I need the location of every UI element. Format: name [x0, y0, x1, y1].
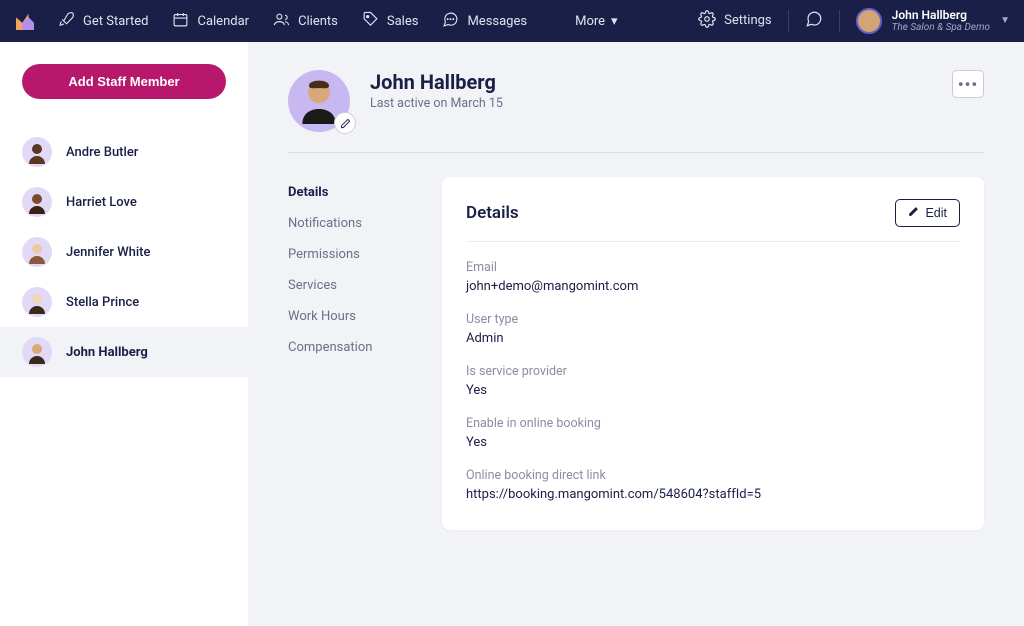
field-label: Online booking direct link — [466, 468, 960, 483]
details-card: Details Edit Email john+demo@mangomint.c… — [442, 177, 984, 530]
nav-label: Clients — [298, 14, 338, 29]
field-value: Yes — [466, 383, 960, 398]
main-content: John Hallberg Last active on March 15 ••… — [248, 42, 1024, 626]
divider — [788, 10, 789, 32]
divider — [839, 10, 840, 32]
avatar — [22, 237, 52, 267]
calendar-icon — [172, 11, 189, 32]
staff-item-andre[interactable]: Andre Butler — [0, 127, 248, 177]
field-value: john+demo@mangomint.com — [466, 279, 960, 294]
subnav-notifications[interactable]: Notifications — [288, 208, 418, 239]
staff-name: Harriet Love — [66, 195, 137, 210]
staff-item-stella[interactable]: Stella Prince — [0, 277, 248, 327]
user-company: The Salon & Spa Demo — [892, 22, 990, 34]
nav-label: Get Started — [83, 14, 148, 29]
nav-get-started[interactable]: Get Started — [58, 11, 148, 32]
subnav-work-hours[interactable]: Work Hours — [288, 301, 418, 332]
chevron-down-icon: ▾ — [611, 14, 618, 29]
gear-icon — [698, 10, 716, 32]
nav-settings[interactable]: Settings — [698, 10, 771, 32]
field-label: Is service provider — [466, 364, 960, 379]
avatar — [22, 287, 52, 317]
user-menu[interactable]: John Hallberg The Salon & Spa Demo ▼ — [856, 8, 1010, 34]
field-label: Email — [466, 260, 960, 275]
subnav-services[interactable]: Services — [288, 270, 418, 301]
card-title: Details — [466, 203, 519, 223]
nav-calendar[interactable]: Calendar — [172, 11, 249, 32]
nav-more-label: More — [575, 14, 605, 29]
avatar — [22, 137, 52, 167]
staff-name: Jennifer White — [66, 245, 150, 260]
field-label: Enable in online booking — [466, 416, 960, 431]
nav-clients[interactable]: Clients — [273, 11, 338, 32]
more-actions-button[interactable]: ••• — [952, 70, 984, 98]
staff-name: Stella Prince — [66, 295, 139, 310]
profile-name: John Hallberg — [370, 70, 503, 94]
sidebar: Add Staff Member Andre Butler Harriet Lo… — [0, 42, 248, 626]
chevron-down-icon: ▼ — [1000, 15, 1010, 26]
staff-item-harriet[interactable]: Harriet Love — [0, 177, 248, 227]
subnav-details[interactable]: Details — [288, 177, 418, 208]
divider — [288, 152, 984, 153]
staff-item-john[interactable]: John Hallberg — [0, 327, 248, 377]
pencil-icon — [908, 206, 919, 220]
field-value: Yes — [466, 435, 960, 450]
subnav-permissions[interactable]: Permissions — [288, 239, 418, 270]
clients-icon — [273, 11, 290, 32]
nav-label: Calendar — [197, 14, 249, 29]
logo[interactable] — [14, 10, 36, 32]
edit-label: Edit — [925, 206, 947, 220]
last-active: Last active on March 15 — [370, 96, 503, 111]
ellipsis-icon: ••• — [958, 75, 978, 94]
edit-button[interactable]: Edit — [895, 199, 960, 227]
chat-icon — [442, 11, 459, 32]
nav-sales[interactable]: Sales — [362, 11, 419, 32]
avatar — [856, 8, 882, 34]
avatar — [22, 187, 52, 217]
staff-name: John Hallberg — [66, 345, 148, 360]
staff-name: Andre Butler — [66, 145, 138, 160]
staff-item-jennifer[interactable]: Jennifer White — [0, 227, 248, 277]
edit-avatar-button[interactable] — [334, 112, 356, 134]
user-name: John Hallberg — [892, 8, 990, 22]
nav-settings-label: Settings — [724, 13, 771, 28]
chat-button[interactable] — [805, 10, 823, 32]
field-label: User type — [466, 312, 960, 327]
rocket-icon — [58, 11, 75, 32]
top-nav: Get Started Calendar Clients Sales Messa… — [0, 0, 1024, 42]
avatar — [22, 337, 52, 367]
nav-label: Messages — [467, 14, 527, 29]
add-staff-button[interactable]: Add Staff Member — [22, 64, 226, 99]
nav-more[interactable]: More ▾ — [575, 14, 617, 29]
profile-subnav: Details Notifications Permissions Servic… — [288, 177, 418, 530]
profile-avatar — [288, 70, 350, 132]
nav-label: Sales — [387, 14, 419, 29]
field-value: Admin — [466, 331, 960, 346]
tag-icon — [362, 11, 379, 32]
staff-list: Andre Butler Harriet Love Jennifer White… — [0, 127, 248, 377]
subnav-compensation[interactable]: Compensation — [288, 332, 418, 363]
field-value: https://booking.mangomint.com/548604?sta… — [466, 487, 960, 502]
nav-messages[interactable]: Messages — [442, 11, 527, 32]
